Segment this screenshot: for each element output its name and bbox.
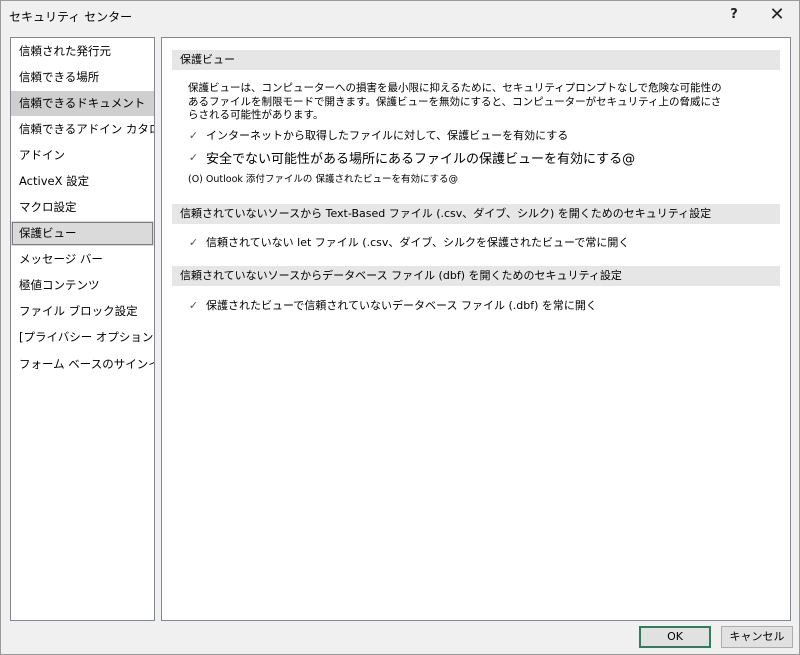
checkbox-checked-icon[interactable]: ✓ xyxy=(188,130,199,141)
sidebar-item-trusted-addin-catalogs[interactable]: 信頼できるアドイン カタログ xyxy=(11,117,154,142)
protected-view-header: 保護ビュー xyxy=(172,50,780,70)
sidebar-item-macro-settings[interactable]: マクロ設定 xyxy=(11,195,154,220)
close-button[interactable]: ✕ xyxy=(762,3,792,27)
sidebar-item-form-based-signin[interactable]: フォーム ベースのサインイン xyxy=(11,352,154,377)
database-files-header: 信頼されていないソースからデータベース ファイル (dbf) を開くためのセキュ… xyxy=(172,266,780,286)
protected-view-description: 保護ビューは、コンピューターへの損害を最小限に抑えるために、セキュリティプロンプ… xyxy=(188,82,722,121)
category-sidebar: 信頼された発行元 信頼できる場所 信頼できるドキュメント 信頼できるアドイン カ… xyxy=(10,37,155,621)
window-title: セキュリティ センター xyxy=(9,10,133,24)
internet-files-label: インターネットから取得したファイルに対して、保護ビューを有効にする xyxy=(206,129,569,142)
internet-files-option[interactable]: ✓ インターネットから取得したファイルに対して、保護ビューを有効にする xyxy=(188,127,568,143)
checkbox-checked-icon[interactable]: ✓ xyxy=(188,300,199,311)
security-center-dialog: セキュリティ センター ? ✕ 信頼された発行元 信頼できる場所 信頼できるドキ… xyxy=(0,0,800,655)
text-based-files-header: 信頼されていないソースから Text-Based ファイル (.csv、ダイブ、… xyxy=(172,204,780,224)
unsafe-locations-option[interactable]: ✓ 安全でない可能性がある場所にあるファイルの保護ビューを有効にする@ xyxy=(188,149,636,167)
ok-button[interactable]: OK xyxy=(639,626,711,648)
database-files-label: 保護されたビューで信頼されていないデータベース ファイル (.dbf) を常に開… xyxy=(206,299,597,312)
sidebar-item-privacy-options[interactable]: [プライバシー オプション] xyxy=(11,325,154,350)
checkbox-checked-icon[interactable]: ✓ xyxy=(188,237,199,248)
settings-panel: 保護ビュー 保護ビューは、コンピューターへの損害を最小限に抑えるために、セキュリ… xyxy=(161,37,791,621)
sidebar-item-addins[interactable]: アドイン xyxy=(11,143,154,168)
sidebar-item-trusted-publishers[interactable]: 信頼された発行元 xyxy=(11,39,154,64)
text-based-files-option[interactable]: ✓ 信頼されていない let ファイル (.csv、ダイブ、シルクを保護されたビ… xyxy=(188,234,630,250)
checkbox-checked-icon[interactable]: ✓ xyxy=(188,152,199,163)
unsafe-locations-label: 安全でない可能性がある場所にあるファイルの保護ビューを有効にする@ xyxy=(206,151,636,167)
close-icon: ✕ xyxy=(769,4,785,25)
help-button[interactable]: ? xyxy=(719,3,749,27)
sidebar-item-external-content[interactable]: 極値コンテンツ xyxy=(11,273,154,298)
sidebar-item-protected-view[interactable]: 保護ビュー xyxy=(11,221,154,246)
cancel-button[interactable]: キャンセル xyxy=(721,626,793,648)
sidebar-item-file-block-settings[interactable]: ファイル ブロック設定 xyxy=(11,299,154,324)
sidebar-item-activex-settings[interactable]: ActiveX 設定 xyxy=(11,169,154,194)
text-based-files-label: 信頼されていない let ファイル (.csv、ダイブ、シルクを保護されたビュー… xyxy=(206,236,630,249)
outlook-attachments-option[interactable]: (O) Outlook 添付ファイルの 保護されたビューを有効にする@ xyxy=(188,171,458,185)
title-bar: セキュリティ センター ? ✕ xyxy=(1,1,799,31)
sidebar-item-trusted-locations[interactable]: 信頼できる場所 xyxy=(11,65,154,90)
sidebar-item-trusted-documents[interactable]: 信頼できるドキュメント xyxy=(11,91,154,116)
sidebar-item-message-bar[interactable]: メッセージ バー xyxy=(11,247,154,272)
database-files-option[interactable]: ✓ 保護されたビューで信頼されていないデータベース ファイル (.dbf) を常… xyxy=(188,297,597,313)
